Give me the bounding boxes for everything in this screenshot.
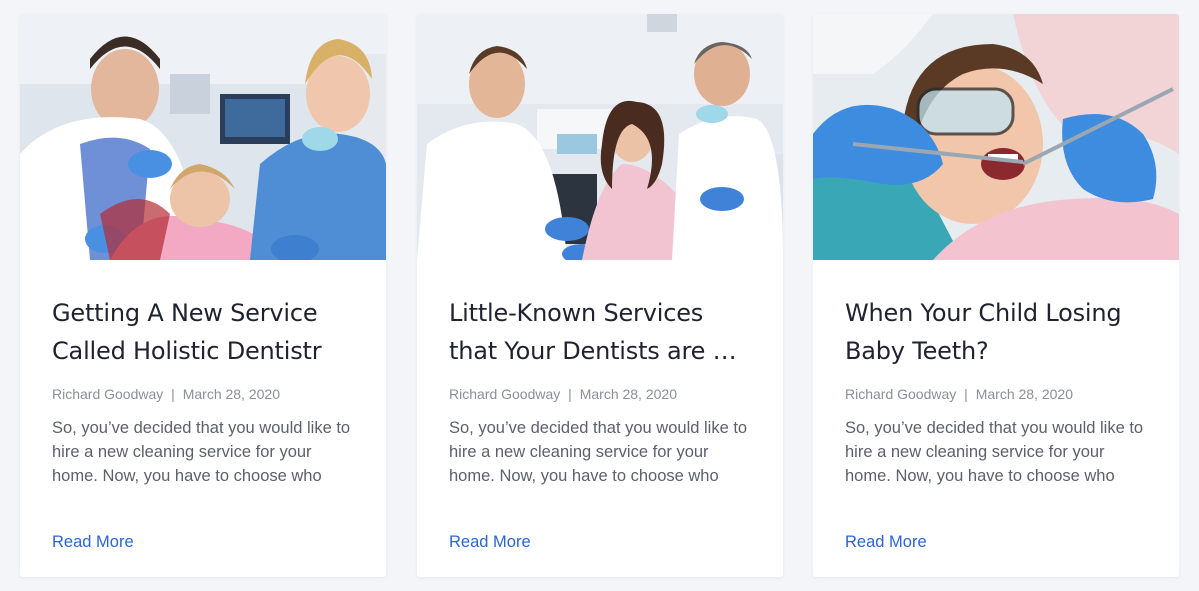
post-date: March 28, 2020 [975, 386, 1073, 402]
post-meta: Richard Goodway | March 28, 2020 [52, 384, 354, 404]
post-author: Richard Goodway [449, 386, 561, 402]
post-excerpt: So, you’ve decided that you would like t… [845, 419, 1144, 485]
post-excerpt: So, you’ve decided that you would like t… [52, 419, 351, 485]
card-body: Getting A New Service Called Holistic De… [20, 294, 386, 554]
meta-separator: | [171, 386, 175, 402]
blog-post-grid: Getting A New Service Called Holistic De… [0, 0, 1199, 591]
card-body: When Your Child Losing Baby Teeth? Richa… [813, 294, 1179, 554]
blog-card: Getting A New Service Called Holistic De… [20, 14, 386, 577]
post-meta: Richard Goodway | March 28, 2020 [845, 384, 1147, 404]
post-thumbnail[interactable] [20, 14, 386, 260]
post-author: Richard Goodway [845, 386, 957, 402]
post-date: March 28, 2020 [182, 386, 280, 402]
post-title[interactable]: When Your Child Losing Baby Teeth? [845, 294, 1147, 370]
post-excerpt: So, you’ve decided that you would like t… [449, 419, 748, 485]
blog-card: When Your Child Losing Baby Teeth? Richa… [813, 14, 1179, 577]
post-meta: Richard Goodway | March 28, 2020 [449, 384, 751, 404]
dentists-with-patient-image [417, 14, 783, 260]
post-date: March 28, 2020 [579, 386, 677, 402]
blog-card: Little-Known Services that Your Dentists… [417, 14, 783, 577]
card-body: Little-Known Services that Your Dentists… [417, 294, 783, 554]
read-more-link[interactable]: Read More [52, 530, 134, 554]
post-thumbnail[interactable] [417, 14, 783, 260]
post-thumbnail[interactable] [813, 14, 1179, 260]
post-title[interactable]: Little-Known Services that Your Dentists… [449, 294, 751, 370]
meta-separator: | [964, 386, 968, 402]
dentist-with-child-image [20, 14, 386, 260]
read-more-link[interactable]: Read More [845, 530, 927, 554]
meta-separator: | [568, 386, 572, 402]
post-title[interactable]: Getting A New Service Called Holistic De… [52, 294, 354, 370]
read-more-link[interactable]: Read More [449, 530, 531, 554]
child-dental-exam-image [813, 14, 1179, 260]
post-author: Richard Goodway [52, 386, 164, 402]
